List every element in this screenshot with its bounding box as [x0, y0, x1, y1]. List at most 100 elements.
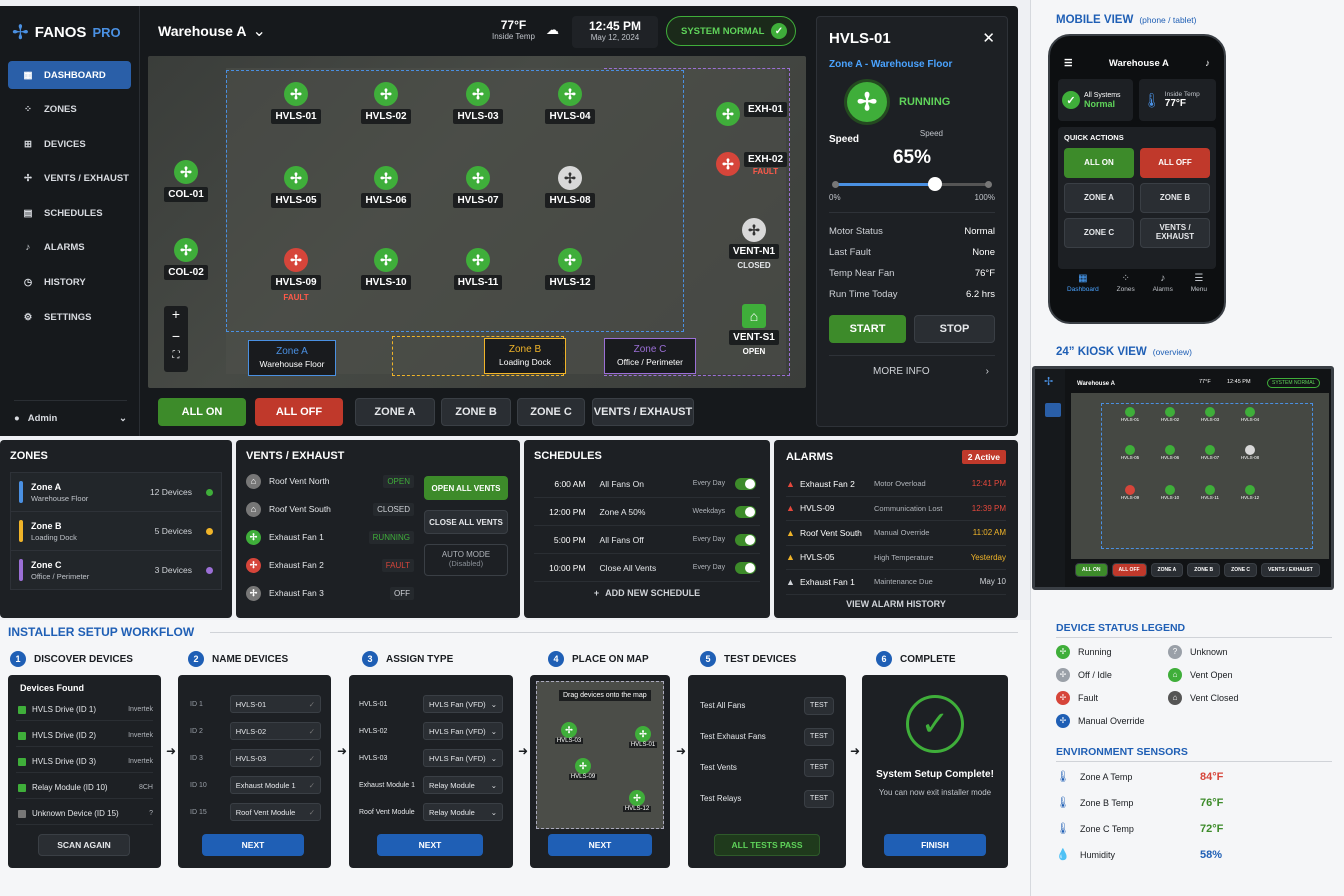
map-fan-hvls-07[interactable]: ✢ HVLS-07 [448, 166, 508, 208]
device-name-input[interactable]: HVLS-02 ✓ [229, 722, 321, 740]
schedule-toggle[interactable] [735, 533, 756, 546]
map-fan-hvls-02[interactable]: ✢ HVLS-02 [356, 82, 416, 124]
location-select[interactable]: Warehouse A [158, 23, 246, 39]
next-button[interactable]: NEXT [548, 834, 652, 856]
schedule-toggle[interactable] [735, 505, 756, 518]
add-schedule-button[interactable]: + ADD NEW SCHEDULE [534, 588, 760, 598]
more-info-link[interactable]: MORE INFO › [829, 355, 995, 377]
phone-action-button[interactable]: ALL ON [1064, 148, 1134, 178]
next-button[interactable]: NEXT [377, 834, 483, 856]
kiosk-action-button[interactable]: ZONE A [1150, 563, 1184, 577]
sidebar-item-vents-exhaust[interactable]: ✢ VENTS / EXHAUST [8, 165, 131, 193]
vent-list-item[interactable]: ✢ Exhaust Fan 2 FAULT [246, 554, 418, 576]
map-vent-vent-s1[interactable]: ⌂ VENT-S1 OPEN [724, 304, 784, 356]
phone-action-button[interactable]: ZONE C [1064, 218, 1134, 248]
phone-action-button[interactable]: ZONE B [1140, 183, 1210, 213]
map-fan-col-02[interactable]: ✢ COL-02 [156, 238, 216, 280]
test-button[interactable]: TEST [804, 789, 834, 808]
map-fan-hvls-09[interactable]: ✢ HVLS-09 FAULT [266, 248, 326, 302]
sidebar-item-dashboard[interactable]: ▦ DASHBOARD [8, 61, 131, 89]
view-alarm-history-link[interactable]: VIEW ALARM HISTORY [786, 599, 1006, 609]
kiosk-action-button[interactable]: ZONE C [1224, 563, 1258, 577]
open-all-vents-button[interactable]: OPEN ALL VENTS [424, 476, 508, 500]
next-button[interactable]: NEXT [202, 834, 304, 856]
device-type-select[interactable]: HVLS Fan (VFD) ⌄ [423, 695, 503, 713]
device-name-input[interactable]: HVLS-01 ✓ [229, 695, 321, 713]
sidebar-item-history[interactable]: ◷ HISTORY [8, 269, 131, 297]
mini-map-fan[interactable]: ✢ HVLS-09 [567, 758, 599, 780]
phone-tab[interactable]: ♪ Alarms [1153, 273, 1173, 293]
map-fan-col-01[interactable]: ✢ COL-01 [156, 160, 216, 202]
fit-view-icon[interactable]: ⛶ [164, 350, 188, 372]
map-fan-hvls-06[interactable]: ✢ HVLS-06 [356, 166, 416, 208]
user-menu[interactable]: ● Admin ⌄ [14, 400, 127, 424]
phone-action-button[interactable]: ZONE A [1064, 183, 1134, 213]
vent-list-item[interactable]: ⌂ Roof Vent South CLOSED [246, 498, 418, 520]
close-all-vents-button[interactable]: CLOSE ALL VENTS [424, 510, 508, 534]
kiosk-action-button[interactable]: ZONE B [1187, 563, 1221, 577]
start-button[interactable]: START [829, 315, 907, 343]
device-type-select[interactable]: HVLS Fan (VFD) ⌄ [423, 722, 503, 740]
schedule-row[interactable]: 6:00 AM All Fans On Every Day [534, 470, 760, 498]
device-type-select[interactable]: Relay Module ⌄ [423, 803, 503, 821]
device-name-input[interactable]: HVLS-03 ✓ [229, 749, 321, 767]
vent-list-item[interactable]: ✢ Exhaust Fan 1 RUNNING [246, 526, 418, 548]
schedule-row[interactable]: 12:00 PM Zone A 50% Weekdays [534, 498, 760, 526]
map-fan-hvls-05[interactable]: ✢ HVLS-05 [266, 166, 326, 208]
device-name-input[interactable]: Exhaust Module 1 ✓ [229, 776, 321, 794]
zone-a-button[interactable]: ZONE A [355, 398, 435, 426]
schedule-row[interactable]: 5:00 PM All Fans Off Every Day [534, 526, 760, 554]
sidebar-item-schedules[interactable]: ▤ SCHEDULES [8, 199, 131, 227]
alarm-row[interactable]: ▲ HVLS-05 High Temperature Yesterday [786, 546, 1006, 570]
mini-map-fan[interactable]: ✢ HVLS-03 [553, 722, 585, 744]
phone-tab[interactable]: ▦ Dashboard [1067, 273, 1099, 293]
schedule-toggle[interactable] [735, 477, 756, 490]
map-zone-label-zone-b[interactable]: Zone B Loading Dock [484, 338, 566, 374]
kiosk-action-button[interactable]: ALL OFF [1111, 563, 1147, 577]
test-button[interactable]: TEST [804, 696, 834, 715]
slider-handle[interactable] [928, 177, 943, 191]
map-exhaust-exh-02[interactable]: ✢ EXH-02 FAULT [716, 152, 788, 176]
map-exhaust-exh-01[interactable]: ✢ EXH-01 [716, 102, 788, 126]
finish-button[interactable]: FINISH [884, 834, 986, 856]
warehouse-map[interactable]: ✢ HVLS-01 ✢ HVLS-02 ✢ HVLS-03 ✢ HVLS-04 ✢ HVLS-05… [148, 56, 806, 388]
kiosk-action-button[interactable]: ALL ON [1075, 563, 1108, 577]
map-fan-hvls-01[interactable]: ✢ HVLS-01 [266, 82, 326, 124]
zoom-in-icon[interactable]: + [164, 306, 188, 328]
sidebar-item-devices[interactable]: ⊞ DEVICES [8, 130, 131, 158]
mini-map-fan[interactable]: ✢ HVLS-12 [621, 790, 653, 812]
map-fan-hvls-12[interactable]: ✢ HVLS-12 [540, 248, 600, 290]
phone-action-button[interactable]: VENTS / EXHAUST [1140, 218, 1210, 248]
device-type-select[interactable]: HVLS Fan (VFD) ⌄ [423, 749, 503, 767]
mini-map[interactable]: Drag devices onto the map ✢ HVLS-03 ✢ HVLS-… [536, 681, 664, 829]
map-fan-hvls-11[interactable]: ✢ HVLS-11 [448, 248, 508, 290]
alarm-row[interactable]: ▲ HVLS-09 Communication Lost 12:39 PM [786, 497, 1006, 521]
vents-exhaust-button[interactable]: VENTS / EXHAUST [592, 398, 694, 426]
device-name-input[interactable]: Roof Vent Module ✓ [229, 803, 321, 821]
phone-tab[interactable]: ☰ Menu [1191, 273, 1207, 293]
zone-b-button[interactable]: ZONE B [441, 398, 511, 426]
schedule-row[interactable]: 10:00 PM Close All Vents Every Day [534, 554, 760, 582]
zone-list-item[interactable]: Zone C Office / Perimeter 3 Devices [10, 550, 222, 590]
map-fan-hvls-08[interactable]: ✢ HVLS-08 [540, 166, 600, 208]
test-button[interactable]: TEST [804, 727, 834, 746]
sidebar-item-zones[interactable]: ⁘ ZONES [8, 96, 131, 124]
speed-slider[interactable] [832, 177, 992, 191]
map-vent-vent-n1[interactable]: ✢ VENT-N1 CLOSED [724, 218, 784, 270]
phone-action-button[interactable]: ALL OFF [1140, 148, 1210, 178]
mini-map-fan[interactable]: ✢ HVLS-01 [627, 726, 659, 748]
map-fan-hvls-03[interactable]: ✢ HVLS-03 [448, 82, 508, 124]
schedule-toggle[interactable] [735, 561, 756, 574]
scan-again-button[interactable]: SCAN AGAIN [38, 834, 130, 856]
phone-tab[interactable]: ⁘ Zones [1117, 273, 1135, 293]
zone-list-item[interactable]: Zone B Loading Dock 5 Devices [10, 511, 222, 551]
vent-list-item[interactable]: ⌂ Roof Vent North OPEN [246, 470, 418, 492]
test-button[interactable]: TEST [804, 758, 834, 777]
all-on-button[interactable]: ALL ON [158, 398, 246, 426]
sidebar-item-alarms[interactable]: ♪ ALARMS [8, 234, 131, 262]
zoom-out-icon[interactable]: − [164, 328, 188, 350]
kiosk-action-button[interactable]: VENTS / EXHAUST [1261, 563, 1320, 577]
vent-list-item[interactable]: ✢ Exhaust Fan 3 OFF [246, 582, 418, 604]
sidebar-item-settings[interactable]: ⚙ SETTINGS [8, 303, 131, 331]
zone-c-button[interactable]: ZONE C [517, 398, 585, 426]
